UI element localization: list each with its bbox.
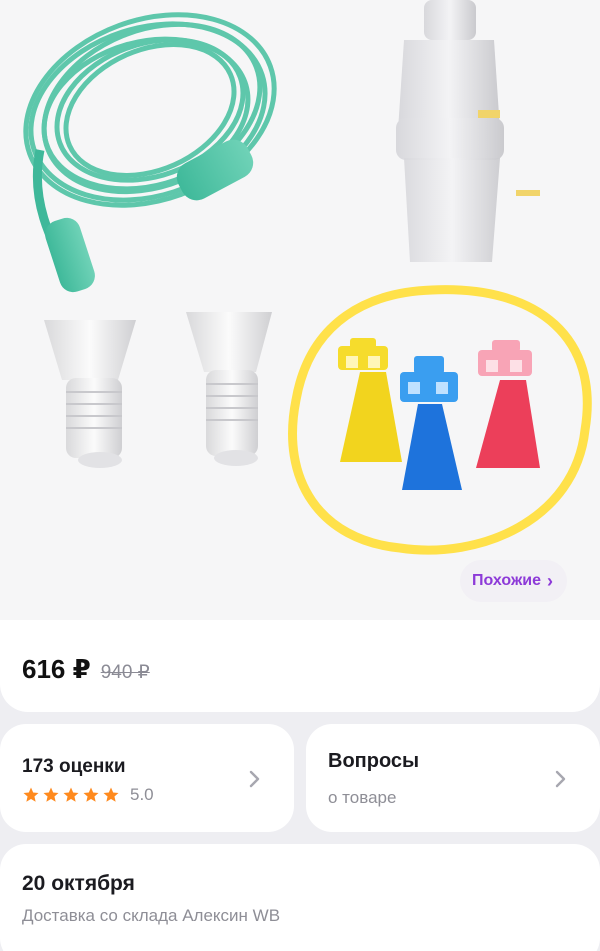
questions-subtitle: о товаре [328, 788, 397, 807]
product-card: Похожие › 616 ₽ 940 ₽ [0, 0, 600, 712]
white-adapter-right [186, 312, 272, 466]
similar-label: Похожие [472, 572, 542, 589]
star-icon [103, 787, 119, 802]
delivery-source: Доставка со склада Алексин WB [22, 906, 281, 925]
delivery-tile[interactable]: 20 октября Доставка со склада Алексин WB [0, 844, 600, 951]
white-adapter-left [44, 320, 136, 468]
rating-tile[interactable]: 173 оценки [0, 724, 294, 832]
yellow-piece [338, 338, 402, 462]
blue-piece [400, 356, 462, 490]
questions-tile[interactable]: Вопросы о товаре [306, 724, 600, 832]
rating-value: 5.0 [130, 785, 154, 804]
chevron-right-icon [555, 770, 566, 788]
rating-count: 173 оценки [22, 756, 126, 777]
old-price: 940 ₽ [100, 662, 150, 683]
tube-coil [23, 12, 277, 208]
product-image-gallery[interactable] [0, 0, 600, 620]
star-icon [63, 787, 79, 802]
similar-products-button[interactable]: Похожие › [460, 560, 568, 602]
price-row: 616 ₽ 940 ₽ [22, 654, 150, 685]
star-icon [23, 787, 39, 802]
product-photo [23, 0, 592, 555]
current-price: 616 ₽ [22, 654, 91, 684]
pink-piece [476, 340, 540, 468]
star-icon [43, 787, 59, 802]
questions-title: Вопросы [328, 750, 420, 772]
star-icon [83, 787, 99, 802]
delivery-date: 20 октября [22, 872, 135, 895]
nebulizer-cup [396, 0, 540, 262]
rating-stars: 5.0 [22, 785, 154, 805]
chevron-right-icon: › [547, 571, 554, 591]
chevron-right-icon [249, 770, 260, 788]
